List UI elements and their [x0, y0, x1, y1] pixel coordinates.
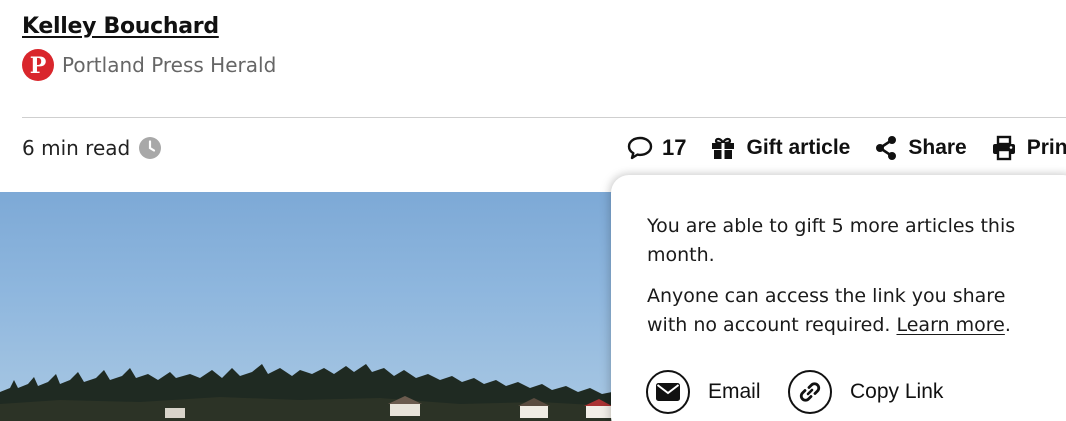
- source-publication[interactable]: P Portland Press Herald: [22, 49, 277, 81]
- read-time-label: 6 min read: [22, 136, 131, 160]
- envelope-icon: [646, 370, 690, 414]
- read-time: 6 min read: [22, 133, 162, 163]
- gift-remaining-text: You are able to gift 5 more articles thi…: [647, 215, 1016, 266]
- gift-access-period: .: [1004, 314, 1011, 336]
- printer-icon: [991, 135, 1017, 161]
- gift-article-button[interactable]: Gift article: [710, 135, 850, 161]
- email-share-button[interactable]: Email: [646, 369, 761, 415]
- svg-text:P: P: [30, 53, 47, 79]
- link-icon: [788, 370, 832, 414]
- share-button[interactable]: Share: [874, 135, 967, 161]
- author-link[interactable]: Kelley Bouchard: [22, 14, 219, 39]
- publication-name: Portland Press Herald: [62, 53, 277, 77]
- gift-icon: [710, 135, 736, 161]
- copy-link-label: Copy Link: [850, 380, 944, 403]
- print-button[interactable]: Print: [991, 135, 1066, 161]
- gift-article-label: Gift article: [746, 136, 851, 159]
- clock-icon: [138, 136, 162, 160]
- article-actions: 17 Gift article Share Prin: [626, 130, 1066, 166]
- copy-link-button[interactable]: Copy Link: [788, 369, 943, 415]
- share-label: Share: [908, 136, 967, 159]
- print-label: Print: [1026, 136, 1066, 159]
- gift-article-popover: You are able to gift 5 more articles thi…: [611, 175, 1066, 421]
- publication-logo: P: [22, 49, 54, 81]
- comments-count: 17: [662, 135, 687, 160]
- gift-access-text: Anyone can access the link you share wit…: [647, 282, 1047, 340]
- article-photo: [0, 192, 612, 421]
- speech-bubble-icon: [626, 135, 654, 161]
- learn-more-link[interactable]: Learn more: [896, 314, 1004, 336]
- email-label: Email: [708, 380, 761, 403]
- comments-button[interactable]: 17: [626, 135, 686, 161]
- divider: [22, 117, 1066, 118]
- share-icon: [874, 135, 898, 161]
